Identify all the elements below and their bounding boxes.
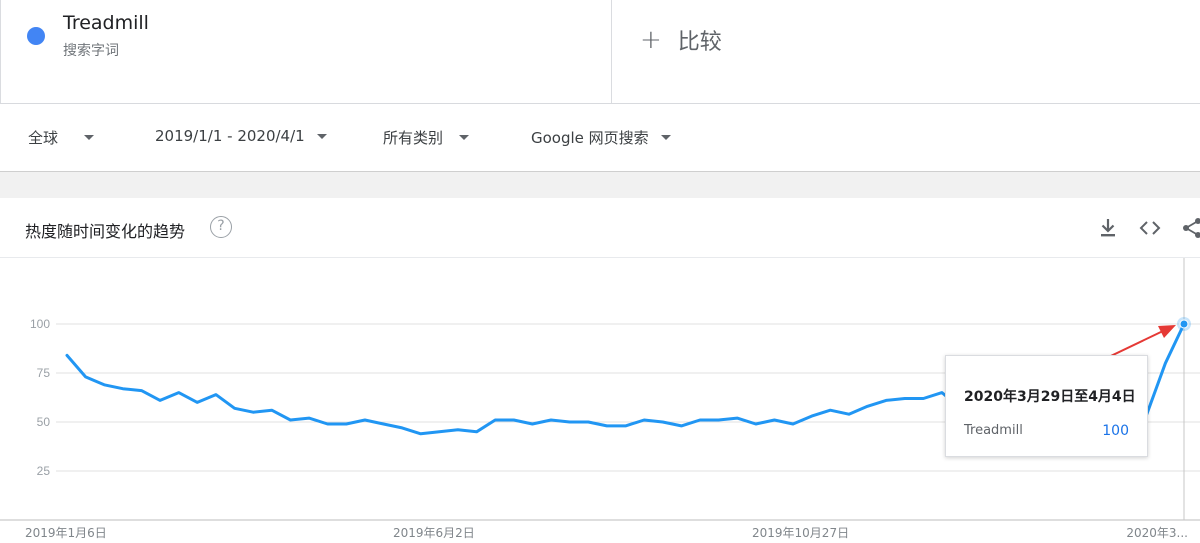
term-subtitle: 搜索字词: [63, 43, 119, 59]
card-title: 热度随时间变化的趋势: [25, 222, 186, 241]
chevron-down-icon: [84, 135, 95, 140]
term-header: Treadmill 搜索字词 + 比较: [0, 0, 1200, 104]
search-type-label: Google 网页搜索: [531, 129, 649, 147]
category-label: 所有类别: [383, 129, 444, 147]
category-dropdown[interactable]: 所有类别: [383, 127, 470, 148]
y-tick-label: 50: [37, 415, 51, 429]
help-icon[interactable]: ?: [210, 216, 232, 238]
plus-icon: +: [640, 25, 662, 55]
search-type-dropdown[interactable]: Google 网页搜索: [531, 127, 671, 148]
region-label: 全球: [28, 129, 59, 147]
chevron-down-icon: [660, 135, 671, 140]
date-range-dropdown[interactable]: 2019/1/1 - 2020/4/1: [155, 127, 327, 145]
compare-button[interactable]: + 比较: [640, 24, 722, 56]
compare-label: 比较: [677, 30, 722, 55]
term-card[interactable]: Treadmill 搜索字词: [0, 0, 612, 104]
card-header: 热度随时间变化的趋势 ?: [0, 198, 1200, 258]
highlight-point: [1179, 319, 1189, 329]
term-color-dot: [27, 27, 45, 45]
filter-bar: 全球 2019/1/1 - 2020/4/1 所有类别 Google 网页搜索: [0, 104, 1200, 172]
download-icon[interactable]: [1096, 216, 1120, 240]
share-icon[interactable]: [1180, 216, 1200, 240]
date-range-label: 2019/1/1 - 2020/4/1: [155, 127, 305, 145]
x-tick-label: 2019年6月2日: [393, 526, 475, 540]
chevron-down-icon: [459, 135, 470, 140]
chart-tooltip: 2020年3月29日至4月4日 Treadmill 100: [945, 355, 1148, 457]
x-tick-label: 2019年1月6日: [25, 526, 107, 540]
y-tick-label: 100: [30, 317, 50, 331]
embed-code-icon[interactable]: [1138, 216, 1162, 240]
section-divider: [0, 172, 1200, 198]
chevron-down-icon: [316, 133, 327, 139]
tooltip-date: 2020年3月29日至4月4日: [964, 389, 1136, 405]
x-tick-label: 2019年10月27日: [752, 526, 849, 540]
x-tick-label: 2020年3...: [1126, 526, 1188, 540]
y-tick-label: 25: [37, 464, 51, 478]
region-dropdown[interactable]: 全球: [28, 127, 95, 148]
term-name[interactable]: Treadmill: [63, 12, 149, 34]
tooltip-value: 100: [1102, 423, 1129, 439]
tooltip-term: Treadmill: [964, 423, 1023, 438]
y-tick-label: 75: [37, 366, 51, 380]
